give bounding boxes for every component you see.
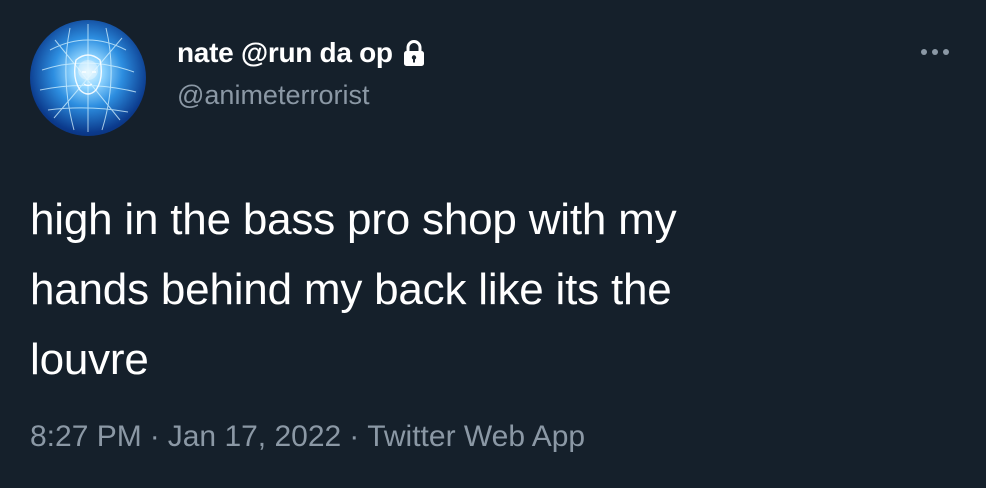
avatar[interactable]	[30, 20, 146, 136]
tweet-time[interactable]: 8:27 PM	[30, 420, 142, 454]
tweet-text: high in the bass pro shop with my hands …	[30, 185, 930, 395]
tweet-source[interactable]: Twitter Web App	[367, 420, 585, 454]
tweet-card: nate @run da op @animeterrorist high in …	[0, 0, 986, 488]
tweet-date[interactable]: Jan 17, 2022	[168, 420, 341, 454]
tweet-text-line: hands behind my back like its the	[30, 265, 672, 314]
tweet-text-line: louvre	[30, 335, 149, 384]
lock-icon	[399, 38, 429, 68]
meta-separator: ·	[149, 420, 160, 453]
display-name-row: nate @run da op	[177, 34, 429, 72]
user-handle[interactable]: @animeterrorist	[177, 80, 429, 111]
display-name[interactable]: nate @run da op	[177, 37, 393, 69]
tweet-text-line: high in the bass pro shop with my	[30, 195, 677, 244]
avatar-image	[39, 24, 137, 132]
more-horizontal-icon[interactable]	[918, 40, 958, 64]
meta-separator: ·	[349, 420, 360, 453]
tweet-meta: 8:27 PM · Jan 17, 2022 · Twitter Web App	[30, 420, 585, 454]
tweet-header: nate @run da op @animeterrorist	[177, 34, 429, 111]
